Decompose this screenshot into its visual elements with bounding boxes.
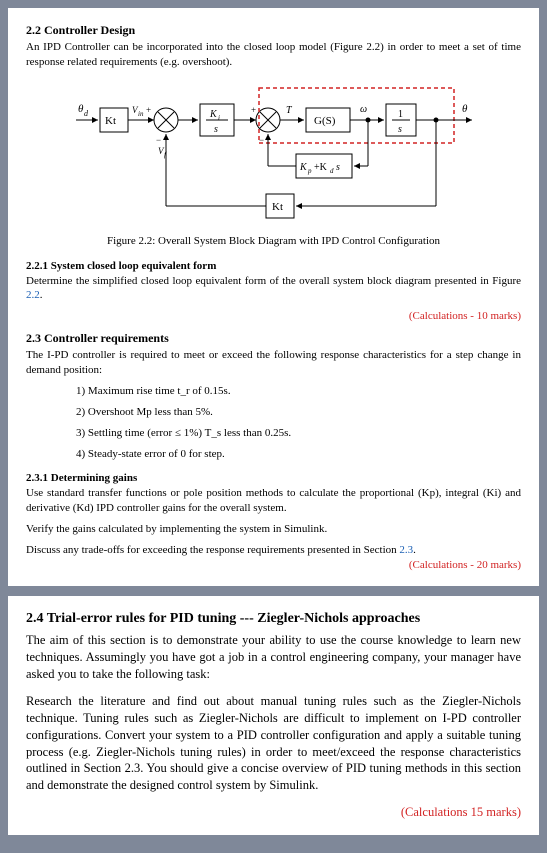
section-2-2-title: 2.2 Controller Design <box>26 22 521 38</box>
block-diagram-figure: θ d Kt V in + − V f K i s <box>26 80 521 230</box>
section-2-3-title: 2.3 Controller requirements <box>26 330 521 346</box>
section-2-4-title: 2.4 Trial-error rules for PID tuning ---… <box>26 610 521 629</box>
section-2-3-intro: The I-PD controller is required to meet … <box>26 348 521 378</box>
marks-10: (Calculations - 10 marks) <box>26 309 521 324</box>
req-1: 1) Maximum rise time t_r of 0.15s. <box>76 384 521 399</box>
svg-text:+: + <box>146 105 151 115</box>
block-diagram-svg: θ d Kt V in + − V f K i s <box>64 80 484 230</box>
int-num: 1 <box>398 109 403 120</box>
svg-text:d: d <box>84 109 89 118</box>
section-2-3-link[interactable]: 2.3 <box>399 544 413 556</box>
svg-text:p: p <box>307 167 312 175</box>
section-2-3-1-p1: Use standard transfer functions or pole … <box>26 486 521 516</box>
marks-15: (Calculations 15 marks) <box>26 804 521 821</box>
requirements-list: 1) Maximum rise time t_r of 0.15s. 2) Ov… <box>76 384 521 461</box>
page-1: 2.2 Controller Design An IPD Controller … <box>8 8 539 586</box>
int-den: s <box>398 124 402 135</box>
svg-text:in: in <box>138 110 144 118</box>
omega-label: ω <box>360 104 367 115</box>
kt2-block: Kt <box>272 201 283 213</box>
tau-label: T <box>286 105 293 116</box>
svg-text:+K: +K <box>314 162 328 173</box>
svg-text:d: d <box>330 167 334 175</box>
req-4: 4) Steady-state error of 0 for step. <box>76 447 521 462</box>
kp-kd-block: K <box>299 162 308 173</box>
section-2-2-1-body: Determine the simplified closed loop equ… <box>26 274 521 304</box>
marks-20: (Calculations - 20 marks) <box>26 558 521 573</box>
svg-text:+: + <box>251 105 256 115</box>
theta-label: θ <box>462 103 468 115</box>
figure-2-2-link[interactable]: 2.2 <box>26 289 40 301</box>
svg-text:i: i <box>218 114 220 122</box>
kt1-block: Kt <box>105 115 116 127</box>
svg-text:−: − <box>156 135 161 145</box>
figure-2-2-caption: Figure 2.2: Overall System Block Diagram… <box>26 234 521 249</box>
ki-label: K <box>209 109 218 120</box>
section-2-2-1-title: 2.2.1 System closed loop equivalent form <box>26 259 521 274</box>
gs-block: G(S) <box>314 115 336 127</box>
section-2-2-intro: An IPD Controller can be incorporated in… <box>26 40 521 70</box>
req-2: 2) Overshoot Mp less than 5%. <box>76 405 521 420</box>
section-2-4-p2: Research the literature and find out abo… <box>26 693 521 794</box>
section-2-3-1-p3: Discuss any trade-offs for exceeding the… <box>26 543 521 558</box>
s-label-1: s <box>214 124 218 135</box>
section-2-3-1-p2: Verify the gains calculated by implement… <box>26 522 521 537</box>
section-2-3-1-title: 2.3.1 Determining gains <box>26 471 521 486</box>
page-2: 2.4 Trial-error rules for PID tuning ---… <box>8 596 539 835</box>
section-2-4-p1: The aim of this section is to demonstrat… <box>26 632 521 683</box>
svg-text:s: s <box>336 162 340 173</box>
req-3: 3) Settling time (error ≤ 1%) T_s less t… <box>76 426 521 441</box>
